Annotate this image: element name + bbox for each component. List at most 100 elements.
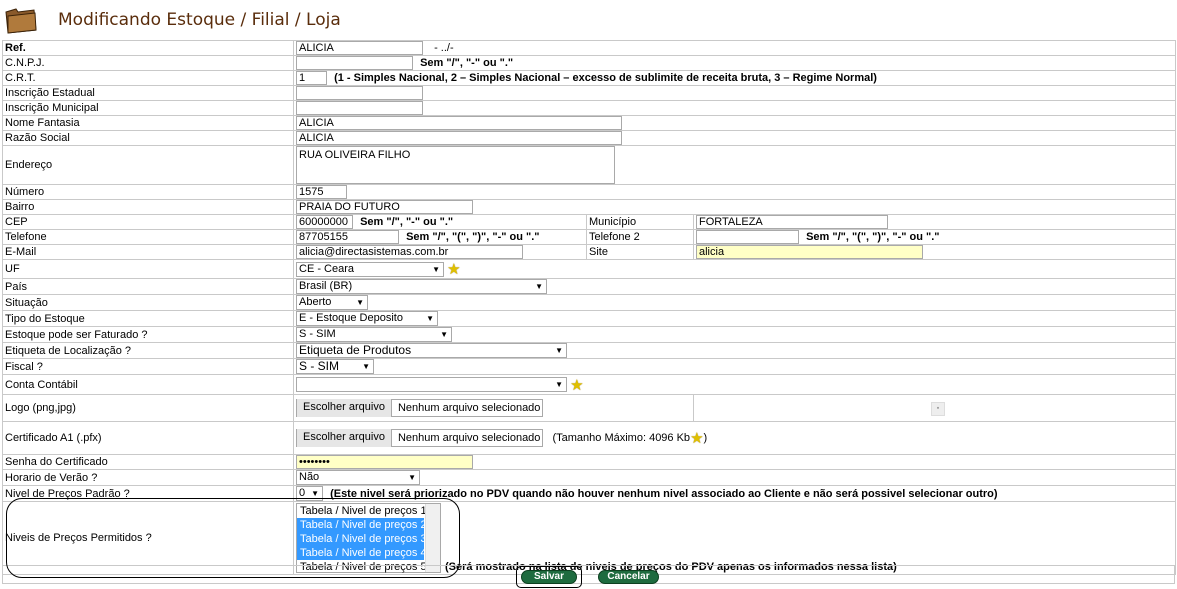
pais-value: Brasil (BR) <box>299 280 353 292</box>
button-row <box>2 565 1175 584</box>
ref-label: Ref. <box>5 42 26 54</box>
nivel-padrao-label: Nivel de Preços Padrão ? <box>2 485 294 502</box>
certificado-file-button[interactable]: Escolher arquivo <box>297 429 392 447</box>
uf-select[interactable]: CE - Ceara ▼ <box>296 261 444 277</box>
row-pais: País Brasil (BR) ▼ <box>2 278 1176 295</box>
row-ie: Inscrição Estadual <box>2 85 1176 101</box>
star-icon[interactable]: ★ <box>570 377 583 394</box>
situacao-select[interactable]: Aberto ▼ <box>296 295 368 310</box>
logo-file-status: Nenhum arquivo selecionado <box>397 402 541 414</box>
tipo-estoque-select[interactable]: E - Estoque Deposito ▼ <box>296 311 438 326</box>
certificado-hint-close: ) <box>703 432 708 444</box>
cancel-button[interactable]: Cancelar <box>598 570 659 584</box>
niveis-option-2[interactable]: Tabela / Nivel de preços 2 <box>297 518 427 532</box>
row-horario-verao: Horario de Verão ? Não ▼ <box>2 469 1176 486</box>
page-title: Modificando Estoque / Filial / Loja <box>58 10 341 30</box>
logo-file-input[interactable]: Escolher arquivo Nenhum arquivo seleciona… <box>296 399 544 417</box>
row-fiscal: Fiscal ? S - SIM ▼ <box>2 358 1176 375</box>
endereco-label: Endereço <box>2 145 294 185</box>
crt-input[interactable]: 1 <box>296 71 327 85</box>
nivel-padrao-value: 0 <box>299 487 306 499</box>
horario-label: Horario de Verão ? <box>2 469 294 486</box>
bairro-input[interactable]: PRAIA DO FUTURO <box>296 200 473 214</box>
chevron-down-icon: ▼ <box>440 330 448 339</box>
certificado-hint: (Tamanho Máximo: 4096 Kb <box>552 432 691 444</box>
niveis-option-3[interactable]: Tabela / Nivel de preços 3 <box>297 532 427 546</box>
row-cnpj: C.N.P.J. Sem "/", "-" ou "." <box>2 55 1176 71</box>
municipio-input[interactable]: FORTALEZA <box>696 215 888 229</box>
telefone-hint: Sem "/", "(", ")", "-" ou "." <box>406 231 540 243</box>
niveis-scrollbar[interactable] <box>425 504 440 572</box>
razao-input[interactable]: ALICIA <box>296 131 622 145</box>
chevron-down-icon: ▼ <box>432 264 440 274</box>
row-nivel-padrao: Nivel de Preços Padrão ? 0 ▼ (Este nivel … <box>2 485 1176 502</box>
nivel-padrao-select[interactable]: 0 ▼ <box>296 486 323 501</box>
row-ref: Ref. ALICIA - ../- <box>2 40 1176 56</box>
telefone2-input[interactable] <box>696 230 799 244</box>
niveis-listbox[interactable]: Tabela / Nivel de preços 1 Tabela / Nive… <box>296 503 441 573</box>
telefone-label: Telefone <box>2 229 294 245</box>
cnpj-input[interactable] <box>296 56 413 70</box>
etiqueta-value: Etiqueta de Produtos <box>299 343 412 357</box>
chevron-down-icon: ▼ <box>535 282 543 291</box>
row-tipo-estoque: Tipo do Estoque E - Estoque Deposito ▼ <box>2 310 1176 327</box>
numero-input[interactable]: 1575 <box>296 185 347 199</box>
row-situacao: Situação Aberto ▼ <box>2 294 1176 311</box>
telefone-input[interactable]: 87705155 <box>296 230 399 244</box>
row-telefone: Telefone 87705155 Sem "/", "(", ")", "-"… <box>2 229 1176 245</box>
row-bairro: Bairro PRAIA DO FUTURO <box>2 199 1176 215</box>
conta-select[interactable]: ▼ <box>296 377 567 392</box>
senha-label: Senha do Certificado <box>2 454 294 470</box>
email-label: E-Mail <box>2 244 294 260</box>
fiscal-value: S - SIM <box>299 359 340 373</box>
cnpj-hint: Sem "/", "-" ou "." <box>420 57 514 69</box>
row-fantasia: Nome Fantasia ALICIA <box>2 115 1176 131</box>
chevron-down-icon: ▼ <box>311 489 319 498</box>
senha-input[interactable]: •••••••• <box>296 455 473 469</box>
cep-hint: Sem "/", "-" ou "." <box>360 216 454 228</box>
razao-label: Razão Social <box>2 130 294 146</box>
cep-input[interactable]: 60000000 <box>296 215 353 229</box>
ref-input[interactable]: ALICIA <box>296 41 423 55</box>
situacao-value: Aberto <box>299 296 332 308</box>
pais-select[interactable]: Brasil (BR) ▼ <box>296 279 547 294</box>
fiscal-label: Fiscal ? <box>2 358 294 375</box>
etiqueta-select[interactable]: Etiqueta de Produtos ▼ <box>296 343 567 358</box>
certificado-file-input[interactable]: Escolher arquivo Nenhum arquivo seleciona… <box>296 429 544 447</box>
faturado-value: S - SIM <box>299 328 336 340</box>
star-icon[interactable]: ★ <box>447 261 460 278</box>
endereco-textarea[interactable]: RUA OLIVEIRA FILHO <box>296 146 615 184</box>
faturado-select[interactable]: S - SIM ▼ <box>296 327 452 342</box>
ref-suffix: - ../- <box>434 42 454 54</box>
fiscal-select[interactable]: S - SIM ▼ <box>296 359 374 374</box>
logo-label: Logo (png,jpg) <box>2 394 294 422</box>
niveis-option-1[interactable]: Tabela / Nivel de preços 1 <box>297 504 427 518</box>
uf-value: CE - Ceara <box>299 262 355 275</box>
horario-select[interactable]: Não ▼ <box>296 470 420 485</box>
logo-file-button[interactable]: Escolher arquivo <box>297 399 392 417</box>
cep-label: CEP <box>2 214 294 230</box>
row-endereco: Endereço RUA OLIVEIRA FILHO <box>2 145 1176 185</box>
save-button[interactable]: Salvar <box>521 570 577 584</box>
row-email: E-Mail alicia@directasistemas.com.br Sit… <box>2 244 1176 260</box>
niveis-option-4[interactable]: Tabela / Nivel de preços 4 <box>297 546 427 560</box>
site-input[interactable]: alicia <box>696 245 923 259</box>
im-label: Inscrição Municipal <box>2 100 294 116</box>
ie-label: Inscrição Estadual <box>2 85 294 101</box>
ie-input[interactable] <box>296 86 423 100</box>
horario-value: Não <box>299 471 320 483</box>
chevron-down-icon: ▼ <box>408 473 416 482</box>
chevron-down-icon: ▼ <box>555 346 563 355</box>
tipo-estoque-label: Tipo do Estoque <box>2 310 294 327</box>
fantasia-input[interactable]: ALICIA <box>296 116 622 130</box>
star-icon[interactable]: ★ <box>690 430 703 447</box>
im-input[interactable] <box>296 101 423 115</box>
row-crt: C.R.T. 1 (1 - Simples Nacional, 2 – Simp… <box>2 70 1176 86</box>
crt-label: C.R.T. <box>2 70 294 86</box>
email-input[interactable]: alicia@directasistemas.com.br <box>296 245 523 259</box>
row-im: Inscrição Municipal <box>2 100 1176 116</box>
row-conta-contabil: Conta Contábil ▼ ★ <box>2 374 1176 395</box>
certificado-label: Certificado A1 (.pfx) <box>2 421 294 455</box>
telefone2-label: Telefone 2 <box>586 229 694 245</box>
cnpj-label: C.N.P.J. <box>2 55 294 71</box>
